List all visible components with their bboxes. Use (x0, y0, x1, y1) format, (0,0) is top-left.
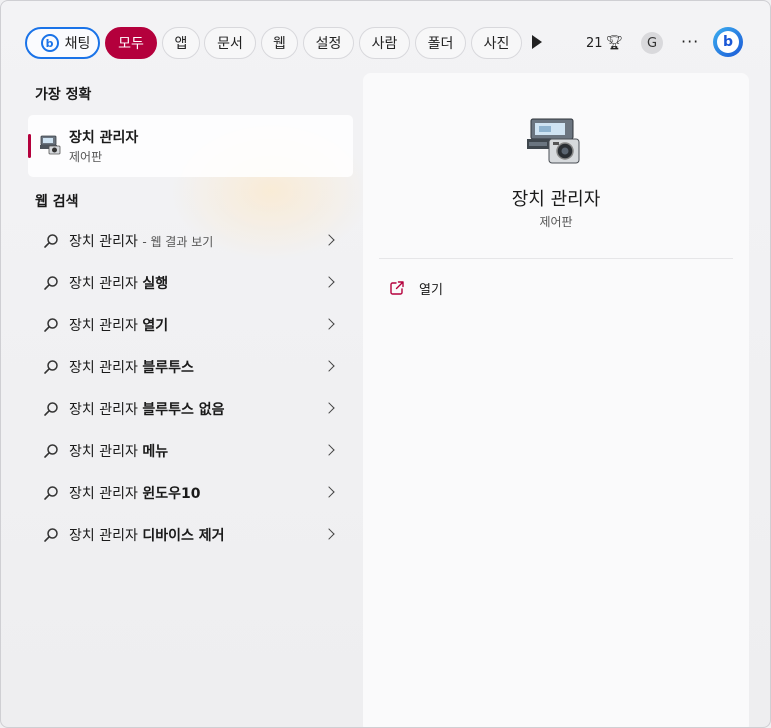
filter-chip-documents[interactable]: 문서 (204, 27, 256, 59)
bing-chat-icon: b (40, 34, 59, 52)
chip-label: 사진 (483, 36, 510, 52)
chip-label: 웹 (273, 36, 286, 52)
filter-chip-photos[interactable]: 사진 (471, 27, 522, 59)
result-keyword: 블루투스 없음 (142, 402, 225, 418)
result-keyword: 디바이스 제거 (142, 528, 225, 544)
result-text: 장치 관리자 실행 (69, 273, 168, 293)
best-match-title: 장치 관리자 (69, 130, 139, 146)
open-external-icon (390, 281, 404, 295)
search-icon (44, 234, 58, 248)
more-filters-play-icon[interactable] (532, 35, 542, 49)
web-result-item[interactable]: 장치 관리자 디바이스 제거 (35, 518, 341, 552)
device-manager-icon (39, 135, 61, 159)
detail-panel: 장치 관리자 제어판 열기 (363, 73, 749, 727)
chip-label: 폴더 (427, 36, 454, 52)
best-match-heading: 가장 정확 (35, 87, 92, 103)
search-icon (44, 360, 58, 374)
result-prefix: 장치 관리자 (69, 276, 143, 292)
filter-chip-all[interactable]: 모두 (105, 27, 157, 59)
chevron-right-icon (323, 528, 335, 540)
filter-chip-people[interactable]: 사람 (359, 27, 410, 59)
result-prefix: 장치 관리자 (69, 360, 143, 376)
open-action[interactable]: 열기 (389, 277, 443, 299)
result-text: 장치 관리자 열기 (69, 315, 168, 335)
detail-title: 장치 관리자 (511, 189, 601, 210)
result-prefix: 장치 관리자 (69, 528, 143, 544)
result-prefix: 장치 관리자 (69, 444, 143, 460)
filter-chip-settings[interactable]: 설정 (303, 27, 354, 59)
web-result-item[interactable]: 장치 관리자 열기 (35, 308, 341, 342)
web-result-item[interactable]: 장치 관리자 메뉴 (35, 434, 341, 468)
filter-chip-web[interactable]: 웹 (261, 27, 298, 59)
best-match-item[interactable]: 장치 관리자 제어판 (28, 115, 353, 177)
chip-label: 설정 (315, 36, 342, 52)
chip-label: 문서 (217, 36, 243, 52)
chevron-right-icon (323, 234, 335, 246)
bing-button[interactable]: b (713, 27, 743, 57)
result-keyword: 윈도우10 (142, 486, 201, 502)
result-text: 장치 관리자 - 웹 결과 보기 (69, 231, 213, 251)
filter-chip-apps[interactable]: 앱 (162, 27, 200, 59)
chip-label: 앱 (174, 36, 188, 52)
chevron-right-icon (323, 402, 335, 414)
search-icon (44, 402, 58, 416)
web-result-item[interactable]: 장치 관리자 윈도우10 (35, 476, 341, 510)
best-match-category: 제어판 (69, 150, 103, 164)
divider (379, 258, 733, 259)
filter-chip-folders[interactable]: 폴더 (415, 27, 466, 59)
account-avatar[interactable]: G (641, 32, 663, 54)
search-window: b 채팅 모두 앱 문서 웹 설정 사람 폴더 사진 21 🏆︎ G ··· b… (0, 0, 771, 728)
chevron-right-icon (323, 318, 335, 330)
result-text: 장치 관리자 디바이스 제거 (69, 525, 224, 545)
chat-label: 채팅 (64, 36, 91, 52)
points-value: 21 (586, 35, 603, 51)
result-prefix: 장치 관리자 (69, 318, 143, 334)
web-result-item[interactable]: 장치 관리자 실행 (35, 266, 341, 300)
chevron-right-icon (323, 276, 335, 288)
web-result-item[interactable]: 장치 관리자 - 웹 결과 보기 (35, 224, 341, 258)
result-keyword: 메뉴 (142, 444, 169, 460)
search-icon (44, 276, 58, 290)
more-options-button[interactable]: ··· (681, 32, 699, 52)
selection-indicator (28, 134, 31, 158)
chat-button[interactable]: b 채팅 (25, 27, 100, 59)
result-suffix: - 웹 결과 보기 (142, 235, 214, 249)
more-icon: ··· (681, 32, 700, 51)
bing-logo-icon: b (717, 31, 739, 53)
avatar-letter: G (646, 35, 658, 51)
result-text: 장치 관리자 블루투스 (69, 357, 194, 377)
chip-label: 사람 (371, 36, 398, 52)
web-search-heading: 웹 검색 (35, 194, 79, 210)
result-text: 장치 관리자 메뉴 (69, 441, 168, 461)
chevron-right-icon (323, 360, 335, 372)
result-prefix: 장치 관리자 (69, 486, 143, 502)
filter-bar: b 채팅 모두 앱 문서 웹 설정 사람 폴더 사진 21 🏆︎ G ··· b (1, 25, 770, 61)
result-keyword: 블루투스 (142, 360, 194, 376)
search-icon (44, 318, 58, 332)
chevron-right-icon (323, 444, 335, 456)
detail-category: 제어판 (539, 215, 573, 229)
chip-label: 모두 (118, 36, 144, 52)
web-result-item[interactable]: 장치 관리자 블루투스 없음 (35, 392, 341, 426)
search-icon (44, 486, 58, 500)
device-manager-large-icon (523, 115, 583, 171)
open-action-label: 열기 (419, 282, 443, 298)
search-icon (44, 528, 58, 542)
rewards-points[interactable]: 21 🏆︎ (586, 35, 623, 51)
web-result-item[interactable]: 장치 관리자 블루투스 (35, 350, 341, 384)
search-icon (44, 444, 58, 458)
result-text: 장치 관리자 블루투스 없음 (69, 399, 224, 419)
result-keyword: 실행 (142, 276, 169, 292)
result-keyword: 열기 (142, 318, 169, 334)
result-prefix: 장치 관리자 (69, 402, 143, 418)
chevron-right-icon (323, 486, 335, 498)
result-prefix: 장치 관리자 (69, 234, 138, 250)
trophy-icon: 🏆︎ (605, 35, 624, 51)
result-text: 장치 관리자 윈도우10 (69, 483, 200, 503)
